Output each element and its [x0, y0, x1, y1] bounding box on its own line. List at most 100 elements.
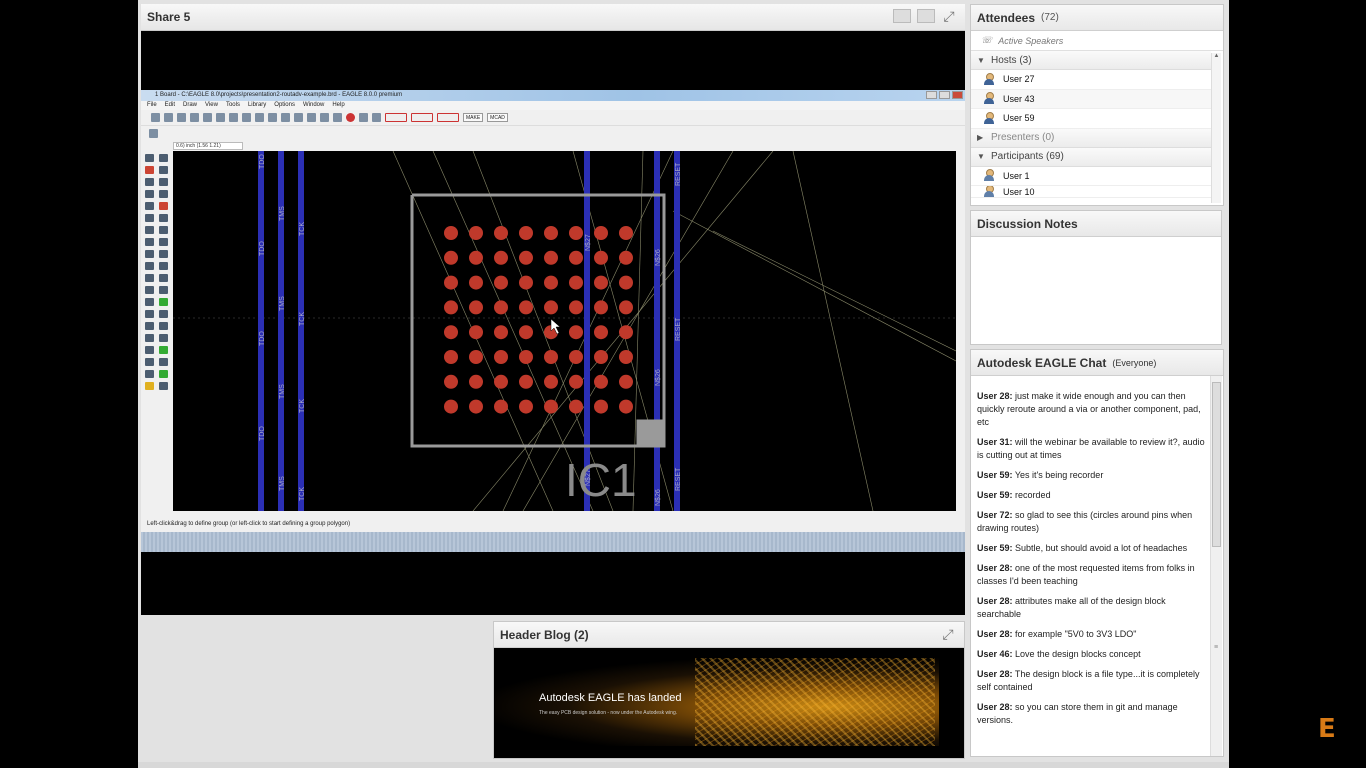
menu-edit[interactable]: Edit	[165, 101, 175, 110]
menu-window[interactable]: Window	[303, 101, 324, 110]
user-name: User 10	[1003, 186, 1035, 197]
fusion-icon[interactable]	[437, 113, 459, 122]
pod-options-button[interactable]	[917, 9, 935, 23]
participant-row[interactable]: User 1	[971, 167, 1211, 186]
tool-icon[interactable]	[145, 274, 154, 282]
tool-icon[interactable]	[145, 238, 154, 246]
mcad-button[interactable]: MCAD	[487, 113, 508, 122]
tool-icon[interactable]	[159, 346, 168, 354]
tool-icon[interactable]	[145, 382, 154, 390]
tool-icon[interactable]	[145, 286, 154, 294]
fullscreen-icon[interactable]: ⤢	[940, 627, 956, 643]
redo-icon[interactable]	[333, 113, 342, 122]
help-icon[interactable]	[372, 113, 381, 122]
zoom-select-icon[interactable]	[294, 113, 303, 122]
hosts-group[interactable]: ▼ Hosts (3)	[971, 51, 1211, 70]
tool-icon[interactable]	[159, 226, 168, 234]
tool-icon[interactable]	[159, 382, 168, 390]
resize-grip-icon[interactable]: ≡	[1214, 644, 1218, 651]
attendees-scrollbar[interactable]: ▲	[1211, 53, 1221, 203]
tool-icon[interactable]	[159, 298, 168, 306]
chat-scroll-thumb[interactable]	[1212, 382, 1221, 547]
make-button[interactable]: MAKE	[463, 113, 484, 122]
tool-icon[interactable]	[159, 250, 168, 258]
tool-icon[interactable]	[159, 322, 168, 330]
board-icon[interactable]	[203, 113, 212, 122]
open-icon[interactable]	[151, 113, 160, 122]
zoom-out-icon[interactable]	[281, 113, 290, 122]
cam-icon[interactable]	[190, 113, 199, 122]
tool-icon[interactable]	[159, 202, 168, 210]
tool-icon[interactable]	[159, 262, 168, 270]
tool-icon[interactable]	[145, 310, 154, 318]
zoom-in-icon[interactable]	[268, 113, 277, 122]
tool-icon[interactable]	[159, 214, 168, 222]
minimize-button[interactable]	[926, 91, 937, 99]
scroll-up-icon[interactable]: ▲	[1212, 53, 1221, 59]
tool-icon[interactable]	[145, 214, 154, 222]
tool-icon[interactable]	[159, 274, 168, 282]
tool-icon[interactable]	[145, 154, 154, 162]
go-icon[interactable]	[359, 113, 368, 122]
chat-audience[interactable]: (Everyone)	[1112, 358, 1156, 368]
menu-options[interactable]: Options	[274, 101, 295, 110]
host-row[interactable]: User 59	[971, 109, 1211, 129]
tool-icon[interactable]	[159, 166, 168, 174]
participant-row[interactable]: User 10	[971, 186, 1211, 198]
library-icon[interactable]	[216, 113, 225, 122]
tool-icon[interactable]	[145, 178, 154, 186]
zoom-fit-icon[interactable]	[255, 113, 264, 122]
undo-icon[interactable]	[320, 113, 329, 122]
tool-icon[interactable]	[159, 178, 168, 186]
tool-icon[interactable]	[145, 262, 154, 270]
tool-icon[interactable]	[159, 370, 168, 378]
tool-icon[interactable]	[145, 250, 154, 258]
ulp-icon[interactable]	[242, 113, 251, 122]
tool-icon[interactable]	[159, 286, 168, 294]
export-icon[interactable]	[411, 113, 433, 122]
airwire	[712, 230, 956, 352]
tool-icon[interactable]	[159, 310, 168, 318]
tool-icon[interactable]	[159, 190, 168, 198]
stop-icon[interactable]	[346, 113, 355, 122]
blog-banner[interactable]: Autodesk EAGLE has landed The easy PCB d…	[495, 658, 939, 746]
tool-icon[interactable]	[145, 370, 154, 378]
close-button[interactable]	[952, 91, 963, 99]
menu-help[interactable]: Help	[332, 101, 344, 110]
coordinate-readout: 0.6) inch (1.56 1.21)	[173, 142, 243, 150]
print-icon[interactable]	[177, 113, 186, 122]
pod-layout-button[interactable]	[893, 9, 911, 23]
tool-icon[interactable]	[145, 298, 154, 306]
tool-icon[interactable]	[159, 358, 168, 366]
save-icon[interactable]	[164, 113, 173, 122]
tool-icon[interactable]	[145, 226, 154, 234]
menu-view[interactable]: View	[205, 101, 218, 110]
host-row[interactable]: User 27	[971, 70, 1211, 90]
fullscreen-icon[interactable]: ⤢	[941, 9, 957, 25]
participants-group[interactable]: ▼ Participants (69)	[971, 147, 1211, 167]
script-icon[interactable]	[229, 113, 238, 122]
tool-icon[interactable]	[145, 190, 154, 198]
presenters-group[interactable]: ▶ Presenters (0)	[971, 128, 1211, 148]
redraw-icon[interactable]	[307, 113, 316, 122]
tool-icon[interactable]	[159, 154, 168, 162]
tool-icon[interactable]	[145, 322, 154, 330]
menu-tools[interactable]: Tools	[226, 101, 240, 110]
host-row[interactable]: User 43	[971, 89, 1211, 109]
tool-icon[interactable]	[159, 238, 168, 246]
tool-icon[interactable]	[145, 346, 154, 354]
chat-scrollbar[interactable]: ≡	[1210, 376, 1222, 756]
tool-icon[interactable]	[145, 166, 154, 174]
tool-icon[interactable]	[145, 358, 154, 366]
maximize-button[interactable]	[939, 91, 950, 99]
grid-icon[interactable]	[149, 128, 158, 138]
tool-icon[interactable]	[159, 334, 168, 342]
tool-icon[interactable]	[145, 334, 154, 342]
menu-draw[interactable]: Draw	[183, 101, 197, 110]
board-canvas[interactable]: TDO TDO TMS TCK TDO TMS TCK TDO TMS TCK TMS TCK RESE…	[173, 151, 956, 511]
menu-library[interactable]: Library	[248, 101, 266, 110]
tool-icon[interactable]	[145, 202, 154, 210]
menu-file[interactable]: File	[147, 101, 157, 110]
pdf-icon[interactable]	[385, 113, 407, 122]
pin1-marker	[638, 421, 664, 446]
